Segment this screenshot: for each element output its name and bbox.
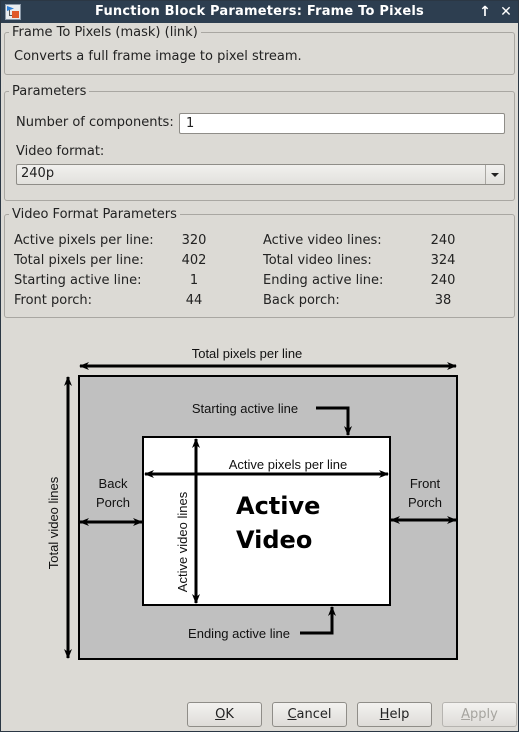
back-porch-label: Back porch:: [263, 293, 340, 308]
starting-active-line-label: Starting active line:: [14, 273, 142, 288]
parameters-legend: Parameters: [12, 84, 87, 99]
total-pixels-per-line-label: Total pixels per line:: [14, 253, 144, 268]
active-pixels-per-line-value: 320: [181, 233, 207, 248]
help-button[interactable]: Help: [357, 702, 432, 727]
chevron-down-icon: [491, 173, 499, 177]
active-video-lines-text: Active video lines: [175, 491, 190, 592]
title-bar[interactable]: Function Block Parameters: Frame To Pixe…: [1, 1, 518, 23]
cancel-button[interactable]: Cancel: [272, 702, 347, 727]
video-format-value: 240p: [21, 166, 55, 181]
video-format-diagram: Total pixels per line Total video lines …: [1, 336, 519, 676]
active-pixels-per-line-text: Active pixels per line: [229, 457, 348, 472]
front-porch-label: Front porch:: [14, 293, 93, 308]
total-pixels-per-line-text: Total pixels per line: [192, 346, 303, 361]
front-porch-value: 44: [185, 293, 203, 308]
dialog-window: Function Block Parameters: Frame To Pixe…: [0, 0, 519, 732]
window-title: Function Block Parameters: Frame To Pixe…: [95, 4, 424, 19]
video-format-label: Video format:: [16, 144, 105, 159]
starting-active-line-text: Starting active line: [192, 401, 298, 416]
diagram-svg: Total pixels per line Total video lines …: [46, 346, 458, 660]
num-components-label: Number of components:: [16, 115, 174, 130]
total-video-lines-label: Total video lines:: [263, 253, 372, 268]
starting-active-line-value: 1: [189, 273, 199, 288]
active-video-title-1: Active: [236, 492, 320, 520]
video-format-dropdown[interactable]: 240p: [16, 164, 505, 185]
active-pixels-per-line-label: Active pixels per line:: [14, 233, 154, 248]
apply-button[interactable]: Apply: [442, 702, 517, 727]
num-components-input[interactable]: [179, 113, 505, 134]
front-porch-text-1: Front: [410, 476, 441, 491]
dropdown-button[interactable]: [485, 165, 504, 184]
total-video-lines-value: 324: [430, 253, 456, 268]
total-pixels-per-line-value: 402: [181, 253, 207, 268]
ending-active-line-value: 240: [430, 273, 456, 288]
active-video-lines-label: Active video lines:: [263, 233, 382, 248]
back-porch-value: 38: [434, 293, 452, 308]
total-video-lines-text: Total video lines: [46, 476, 61, 569]
description-legend: Frame To Pixels (mask) (link): [12, 25, 198, 40]
close-icon[interactable]: ✕: [498, 3, 514, 21]
ending-active-line-label: Ending active line:: [263, 273, 384, 288]
back-porch-text-2: Porch: [96, 495, 130, 510]
video-format-parameters-legend: Video Format Parameters: [12, 207, 177, 222]
block-description: Converts a full frame image to pixel str…: [14, 49, 302, 64]
front-porch-text-2: Porch: [408, 495, 442, 510]
maximize-arrow-icon[interactable]: ↑: [477, 3, 493, 21]
ending-active-line-text: Ending active line: [188, 626, 290, 641]
ok-button[interactable]: OK: [187, 702, 262, 727]
back-porch-text-1: Back: [99, 476, 128, 491]
active-video-lines-value: 240: [430, 233, 456, 248]
active-video-title-2: Video: [236, 526, 312, 554]
